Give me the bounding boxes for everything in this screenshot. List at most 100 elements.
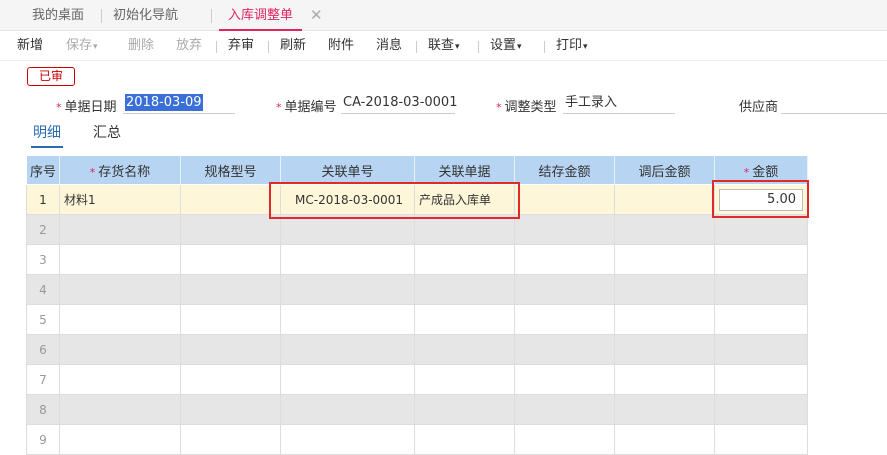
stock-amount-cell[interactable] xyxy=(514,214,615,245)
ref-document-cell[interactable] xyxy=(414,394,515,425)
adjusted-amount-cell[interactable] xyxy=(614,184,715,215)
amount-cell[interactable] xyxy=(714,424,808,455)
tab-summary[interactable]: 汇总 xyxy=(93,124,121,148)
amount-cell[interactable] xyxy=(714,394,808,425)
delete-button[interactable]: 删除 xyxy=(128,31,154,61)
table-row[interactable]: 8 xyxy=(26,394,808,425)
message-button[interactable]: 消息 xyxy=(376,31,402,61)
save-button[interactable]: 保存▾ xyxy=(66,31,98,62)
ref-document-cell[interactable] xyxy=(414,304,515,335)
inventory-name-cell[interactable] xyxy=(59,244,181,275)
ref-number-cell[interactable] xyxy=(280,334,415,365)
stock-amount-cell[interactable] xyxy=(514,244,615,275)
inventory-name-cell[interactable] xyxy=(59,334,181,365)
inventory-name-cell[interactable] xyxy=(59,394,181,425)
ref-number-cell[interactable] xyxy=(280,364,415,395)
spec-cell[interactable] xyxy=(180,214,281,245)
table-row[interactable]: 6 xyxy=(26,334,808,365)
table-row[interactable]: 3 xyxy=(26,244,808,275)
ref-number-cell[interactable] xyxy=(280,214,415,245)
table-row[interactable]: 5 xyxy=(26,304,808,335)
tab-detail[interactable]: 明细 xyxy=(31,124,63,148)
document-date-field[interactable]: 2018-03-09 xyxy=(123,92,235,114)
column-header-ref-no[interactable]: 关联单号 xyxy=(280,155,415,185)
close-tab-icon[interactable]: ✕ xyxy=(310,0,323,31)
ref-document-cell[interactable] xyxy=(414,244,515,275)
amount-cell[interactable] xyxy=(714,274,808,305)
amount-cell[interactable]: 5.00 xyxy=(714,184,808,215)
adjusted-amount-cell[interactable] xyxy=(614,214,715,245)
amount-input[interactable]: 5.00 xyxy=(719,188,803,211)
inventory-name-cell[interactable] xyxy=(59,274,181,305)
table-row[interactable]: 1 材料1 MC-2018-03-0001 产成品入库单 5.00 xyxy=(26,184,808,215)
inventory-name-cell[interactable] xyxy=(59,364,181,395)
inventory-name-cell[interactable] xyxy=(59,424,181,455)
new-button[interactable]: 新增 xyxy=(17,31,43,61)
spec-cell[interactable] xyxy=(180,304,281,335)
ref-document-cell[interactable] xyxy=(414,334,515,365)
spec-cell[interactable] xyxy=(180,424,281,455)
amount-cell[interactable] xyxy=(714,304,808,335)
adjusted-amount-cell[interactable] xyxy=(614,364,715,395)
adjusted-amount-cell[interactable] xyxy=(614,304,715,335)
adjusted-amount-cell[interactable] xyxy=(614,244,715,275)
table-row[interactable]: 9 xyxy=(26,424,808,455)
stock-amount-cell[interactable] xyxy=(514,274,615,305)
supplier-field[interactable] xyxy=(781,92,887,114)
adjustment-type-field[interactable]: 手工录入 xyxy=(563,92,675,114)
column-header-adjusted-amount[interactable]: 调后金额 xyxy=(614,155,715,185)
inventory-name-cell[interactable]: 材料1 xyxy=(59,184,181,215)
table-row[interactable]: 2 xyxy=(26,214,808,245)
spec-cell[interactable] xyxy=(180,394,281,425)
ref-document-cell[interactable] xyxy=(414,214,515,245)
amount-cell[interactable] xyxy=(714,214,808,245)
ref-number-cell[interactable] xyxy=(280,244,415,275)
spec-cell[interactable] xyxy=(180,364,281,395)
amount-cell[interactable] xyxy=(714,334,808,365)
column-header-stock-amount[interactable]: 结存金额 xyxy=(514,155,615,185)
stock-amount-cell[interactable] xyxy=(514,424,615,455)
amount-cell[interactable] xyxy=(714,244,808,275)
stock-amount-cell[interactable] xyxy=(514,394,615,425)
ref-number-cell[interactable] xyxy=(280,304,415,335)
stock-amount-cell[interactable] xyxy=(514,184,615,215)
refresh-button[interactable]: 刷新 xyxy=(280,31,306,61)
column-header-ref-doc[interactable]: 关联单据 xyxy=(414,155,515,185)
ref-number-cell[interactable] xyxy=(280,424,415,455)
adjusted-amount-cell[interactable] xyxy=(614,274,715,305)
unaudit-button[interactable]: 弃审 xyxy=(228,31,254,61)
table-row[interactable]: 4 xyxy=(26,274,808,305)
tab-init-navigation[interactable]: 初始化导航 xyxy=(113,0,178,31)
print-button[interactable]: 打印▾ xyxy=(556,31,588,62)
ref-document-cell[interactable]: 产成品入库单 xyxy=(414,184,515,215)
ref-number-cell[interactable] xyxy=(280,394,415,425)
column-header-spec[interactable]: 规格型号 xyxy=(180,155,281,185)
document-number-field[interactable]: CA-2018-03-0001 xyxy=(341,92,457,114)
inventory-name-cell[interactable] xyxy=(59,304,181,335)
tab-inbound-adjustment[interactable]: 入库调整单 xyxy=(219,0,303,31)
ref-document-cell[interactable] xyxy=(414,424,515,455)
link-query-button[interactable]: 联查▾ xyxy=(428,31,460,62)
ref-document-cell[interactable] xyxy=(414,274,515,305)
settings-button[interactable]: 设置▾ xyxy=(490,31,522,62)
ref-number-cell[interactable]: MC-2018-03-0001 xyxy=(280,184,415,215)
adjusted-amount-cell[interactable] xyxy=(614,424,715,455)
stock-amount-cell[interactable] xyxy=(514,304,615,335)
spec-cell[interactable] xyxy=(180,334,281,365)
spec-cell[interactable] xyxy=(180,184,281,215)
adjusted-amount-cell[interactable] xyxy=(614,394,715,425)
inventory-name-cell[interactable] xyxy=(59,214,181,245)
stock-amount-cell[interactable] xyxy=(514,364,615,395)
tab-my-desktop[interactable]: 我的桌面 xyxy=(32,0,84,31)
spec-cell[interactable] xyxy=(180,244,281,275)
spec-cell[interactable] xyxy=(180,274,281,305)
column-header-amount[interactable]: * 金额 xyxy=(714,155,808,185)
adjusted-amount-cell[interactable] xyxy=(614,334,715,365)
column-header-inventory[interactable]: * 存货名称 xyxy=(59,155,181,185)
stock-amount-cell[interactable] xyxy=(514,334,615,365)
table-row[interactable]: 7 xyxy=(26,364,808,395)
attachment-button[interactable]: 附件 xyxy=(328,31,354,61)
ref-document-cell[interactable] xyxy=(414,364,515,395)
amount-cell[interactable] xyxy=(714,364,808,395)
discard-button[interactable]: 放弃 xyxy=(176,31,202,61)
